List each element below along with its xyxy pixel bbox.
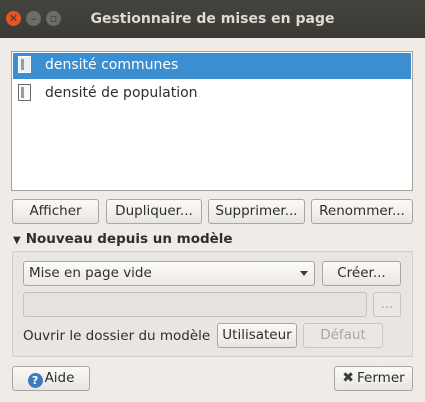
template-combo-value: Mise en page vide bbox=[29, 265, 152, 281]
template-combo[interactable]: Mise en page vide bbox=[23, 261, 315, 286]
layout-icon bbox=[18, 84, 31, 101]
rename-button[interactable]: Renommer... bbox=[311, 199, 413, 224]
chevron-down-icon bbox=[300, 271, 308, 276]
duplicate-button[interactable]: Dupliquer... bbox=[106, 199, 202, 224]
user-folder-button[interactable]: Utilisateur bbox=[217, 323, 297, 348]
close-button[interactable]: ✖ Fermer bbox=[334, 366, 413, 391]
template-path-field[interactable] bbox=[23, 292, 367, 317]
list-item[interactable]: densité communes bbox=[13, 53, 411, 79]
close-icon: ✖ bbox=[342, 370, 355, 386]
list-item[interactable]: densité de population bbox=[13, 81, 411, 107]
help-button[interactable]: ? Aide bbox=[12, 366, 90, 391]
open-folder-label: Ouvrir le dossier du modèle bbox=[23, 328, 211, 344]
layout-icon bbox=[18, 56, 31, 73]
collapse-arrow-icon: ▼ bbox=[13, 235, 21, 246]
layout-list[interactable]: densité communes densité de population bbox=[11, 51, 413, 191]
default-folder-button[interactable]: Défaut bbox=[303, 323, 383, 348]
window-title: Gestionnaire de mises en page bbox=[90, 11, 335, 27]
template-section-toggle[interactable]: ▼ Nouveau depuis un modèle bbox=[13, 231, 233, 247]
browse-button[interactable]: ... bbox=[373, 292, 401, 317]
delete-button[interactable]: Supprimer... bbox=[208, 199, 305, 224]
list-item-label: densité communes bbox=[45, 57, 179, 73]
show-button[interactable]: Afficher bbox=[12, 199, 99, 224]
title-bar: ✕ – ▫ Gestionnaire de mises en page bbox=[0, 0, 425, 38]
list-item-label: densité de population bbox=[45, 85, 198, 101]
help-icon: ? bbox=[27, 373, 43, 388]
create-button[interactable]: Créer... bbox=[322, 261, 401, 286]
section-title: Nouveau depuis un modèle bbox=[25, 231, 233, 247]
